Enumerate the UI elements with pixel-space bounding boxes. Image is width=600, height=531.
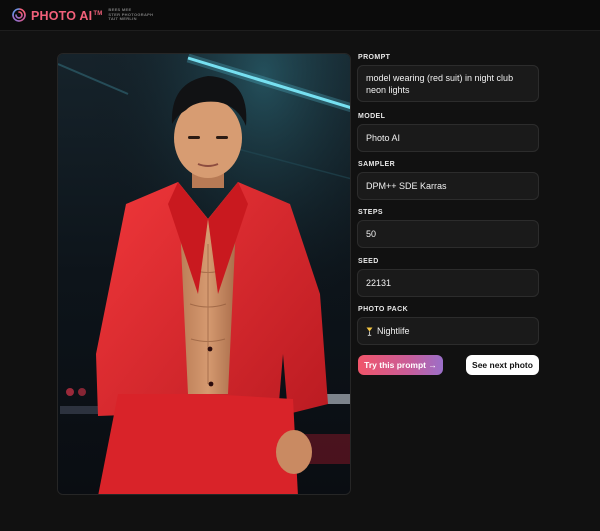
see-next-photo-button[interactable]: See next photo — [466, 355, 539, 375]
brand-text: PHOTO AI — [31, 9, 93, 24]
brand-name: PHOTO AITM — [31, 5, 102, 25]
model-label: MODEL — [358, 113, 386, 120]
top-bar: PHOTO AITM BEES MEE STER PHOTOGRAPH TAIT… — [0, 0, 600, 31]
photo-pack-value: Nightlife — [377, 326, 410, 336]
photo-pack-field[interactable]: Nightlife — [357, 317, 539, 345]
photo-pack-label: PHOTO PACK — [358, 306, 409, 313]
brand-trademark: TM — [93, 10, 103, 17]
cocktail-glass-icon — [366, 327, 373, 336]
steps-value: 50 — [366, 229, 377, 239]
seed-field[interactable]: 22131 — [357, 269, 539, 297]
steps-label: STEPS — [358, 209, 383, 216]
brand-tagline: BEES MEE STER PHOTOGRAPH TAIT MERLIN — [108, 8, 153, 22]
prompt-label: PROMPT — [358, 54, 391, 61]
seed-value: 22131 — [366, 278, 392, 288]
sampler-value: DPM++ SDE Karras — [366, 181, 447, 191]
seed-label: SEED — [358, 258, 379, 265]
logo[interactable]: PHOTO AITM BEES MEE STER PHOTOGRAPH TAIT… — [11, 6, 153, 24]
try-this-prompt-button[interactable]: Try this prompt → — [358, 355, 443, 375]
model-value: Photo AI — [366, 133, 401, 143]
generated-photo — [57, 53, 351, 495]
tagline-line: TAIT MERLIN — [108, 16, 137, 22]
sampler-field[interactable]: DPM++ SDE Karras — [357, 172, 539, 200]
prompt-value: model wearing (red suit) in night club n… — [366, 72, 514, 95]
swirl-logo-icon — [12, 8, 26, 22]
prompt-field[interactable]: model wearing (red suit) in night club n… — [357, 65, 539, 102]
sampler-label: SAMPLER — [358, 161, 396, 168]
photo-illustration — [58, 54, 350, 494]
model-field[interactable]: Photo AI — [357, 124, 539, 152]
steps-field[interactable]: 50 — [357, 220, 539, 248]
red-pants — [98, 394, 298, 494]
